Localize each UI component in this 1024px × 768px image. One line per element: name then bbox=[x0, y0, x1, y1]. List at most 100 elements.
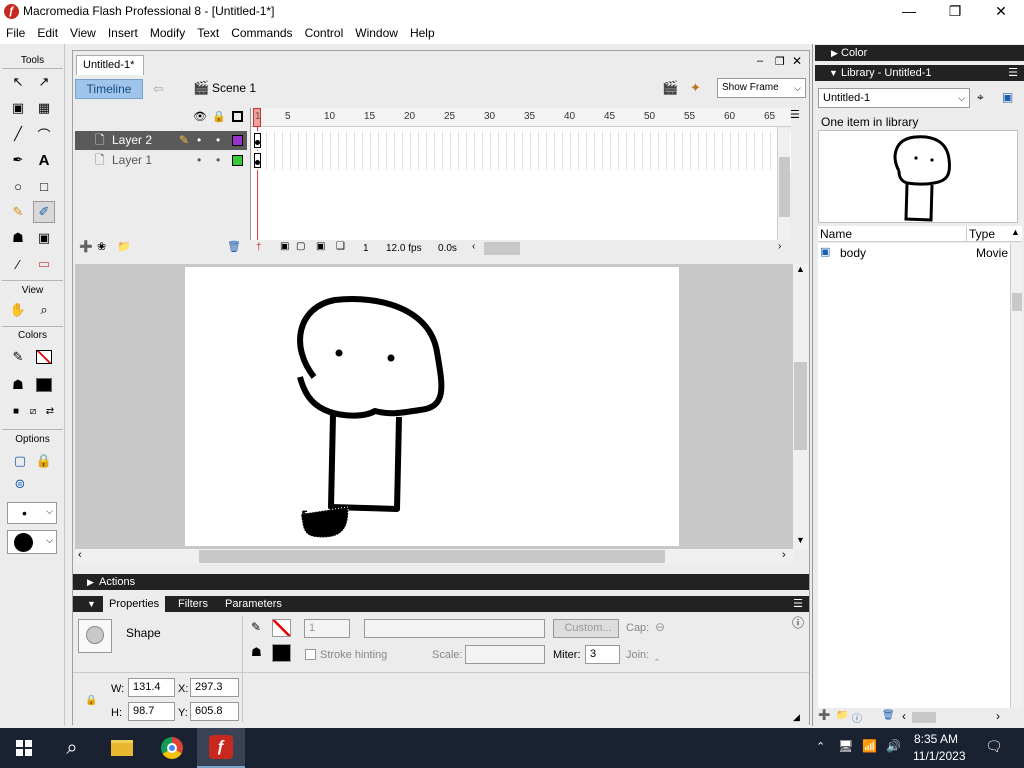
add-folder-icon[interactable]: 📁 bbox=[117, 240, 131, 253]
scale-select[interactable] bbox=[465, 645, 545, 664]
volume-icon[interactable]: 🔊 bbox=[886, 739, 901, 753]
panel-options-icon[interactable]: ☰ bbox=[1008, 65, 1018, 81]
network-status-icon[interactable]: 🖥 bbox=[838, 739, 853, 753]
chevron-up-icon[interactable]: ⌃ bbox=[816, 740, 825, 753]
stroke-color-icon[interactable]: ✎ bbox=[7, 346, 29, 368]
keyframe[interactable] bbox=[254, 133, 261, 148]
wifi-icon[interactable]: 📶 bbox=[862, 739, 877, 753]
collapse-arrow-icon[interactable]: ▼ bbox=[87, 596, 96, 612]
brush-shape-select[interactable]: ⌵ bbox=[7, 530, 57, 554]
arrow-tool-icon[interactable]: ↖ bbox=[7, 71, 29, 93]
list-item[interactable]: ▣ body Movie bbox=[818, 243, 1010, 261]
layer-row[interactable]: 🗋 Layer 1 • • bbox=[75, 151, 247, 170]
help-icon[interactable]: ⓘ bbox=[792, 614, 804, 631]
notifications-icon[interactable]: 🗨 bbox=[985, 738, 1003, 755]
library-panel-header[interactable]: ▼ Library - Untitled-1 ☰ bbox=[815, 65, 1024, 81]
stage-hscroll-thumb[interactable] bbox=[199, 550, 665, 563]
pencil-tool-icon[interactable]: ✎ bbox=[7, 201, 29, 223]
join-select-icon[interactable]: ‸ bbox=[655, 647, 659, 661]
add-layer-icon[interactable]: ➕ bbox=[79, 240, 93, 253]
sort-icon[interactable]: ▲ bbox=[1011, 227, 1020, 237]
height-field[interactable]: 98.7 bbox=[128, 702, 175, 721]
stage-vscroll-thumb[interactable] bbox=[794, 362, 807, 450]
text-tool-icon[interactable]: A bbox=[33, 149, 55, 171]
brush-size-select[interactable]: • ⌵ bbox=[7, 502, 57, 524]
stroke-color-swatch[interactable] bbox=[33, 346, 55, 368]
zoom-tool-icon[interactable]: ⌕ bbox=[33, 299, 55, 321]
x-field[interactable]: 297.3 bbox=[190, 678, 239, 697]
menu-file[interactable]: File bbox=[0, 24, 31, 42]
eye-icon[interactable]: 👁 bbox=[193, 110, 207, 123]
new-library-panel-icon[interactable]: ▣ bbox=[1002, 90, 1013, 104]
eyedropper-tool-icon[interactable]: ∕ bbox=[7, 253, 29, 275]
layer-row[interactable]: 🗋 Layer 2 ✎ • • bbox=[75, 131, 247, 150]
timeline-options-icon[interactable]: ☰ bbox=[790, 108, 800, 121]
fill-transform-tool-icon[interactable]: ▦ bbox=[33, 97, 55, 119]
color-panel-header[interactable]: ▶ Color bbox=[815, 45, 1024, 61]
doc-close-button[interactable]: ✕ bbox=[792, 54, 802, 68]
paint-bucket-tool-icon[interactable]: ▣ bbox=[33, 227, 55, 249]
start-button[interactable] bbox=[0, 728, 48, 768]
scroll-left-icon[interactable]: ‹ bbox=[78, 549, 82, 561]
clock-time[interactable]: 8:35 AM bbox=[914, 732, 958, 746]
flash-taskbar-icon[interactable]: ƒ bbox=[197, 728, 245, 768]
frames-pane[interactable]: 1 5 10 15 20 25 30 35 40 45 50 55 60 65 bbox=[250, 108, 791, 240]
fill-color-swatch[interactable] bbox=[272, 644, 291, 662]
back-arrow-icon[interactable]: ⇦ bbox=[153, 81, 164, 97]
edit-symbols-icon[interactable]: ✦ bbox=[690, 80, 701, 96]
lock-fill-icon[interactable]: 🔒 bbox=[33, 450, 55, 472]
file-explorer-icon[interactable] bbox=[98, 728, 146, 768]
menu-view[interactable]: View bbox=[64, 24, 102, 42]
clock-date[interactable]: 11/1/2023 bbox=[913, 749, 966, 763]
swap-colors-icon[interactable]: ⇄ bbox=[39, 400, 61, 422]
doc-minimize-button[interactable]: – bbox=[757, 55, 763, 67]
stage[interactable] bbox=[185, 267, 679, 546]
outline-icon[interactable] bbox=[232, 111, 243, 122]
zoom-select[interactable]: Show Frame ⌵ bbox=[717, 78, 806, 98]
scroll-down-icon[interactable]: ▼ bbox=[796, 535, 805, 545]
miter-field[interactable]: 3 bbox=[585, 645, 620, 664]
menu-edit[interactable]: Edit bbox=[31, 24, 64, 42]
search-icon[interactable]: ⌕ bbox=[48, 728, 96, 768]
keyframe[interactable] bbox=[254, 153, 261, 168]
playhead[interactable] bbox=[253, 108, 261, 127]
stroke-style-select[interactable] bbox=[364, 619, 545, 638]
object-drawing-icon[interactable]: ▢ bbox=[9, 450, 31, 472]
menu-text[interactable]: Text bbox=[191, 24, 225, 42]
modify-markers-icon[interactable]: ❑ bbox=[336, 241, 345, 252]
center-frame-icon[interactable]: † bbox=[256, 242, 262, 253]
menu-window[interactable]: Window bbox=[349, 24, 404, 42]
column-name[interactable]: Name bbox=[820, 227, 852, 241]
stroke-size-field[interactable]: 1 bbox=[304, 619, 350, 638]
ink-bottle-tool-icon[interactable]: ☗ bbox=[7, 227, 29, 249]
onion-skin-icon[interactable]: ▣ bbox=[280, 241, 289, 252]
menu-control[interactable]: Control bbox=[299, 24, 350, 42]
scroll-left-icon[interactable]: ‹ bbox=[902, 709, 906, 723]
chrome-icon[interactable] bbox=[148, 728, 196, 768]
minimize-button[interactable]: — bbox=[886, 0, 932, 24]
layer-2-frames[interactable] bbox=[251, 131, 791, 150]
subselection-tool-icon[interactable]: ↗ bbox=[33, 71, 55, 93]
fill-color-swatch[interactable] bbox=[33, 374, 55, 396]
actions-panel-header[interactable]: ▶ Actions bbox=[73, 574, 809, 590]
tab-filters[interactable]: Filters bbox=[172, 596, 214, 612]
library-vscroll[interactable] bbox=[1010, 243, 1022, 708]
scroll-right-icon[interactable]: › bbox=[996, 709, 1000, 723]
new-folder-icon[interactable]: 📁 bbox=[836, 710, 848, 721]
pin-library-icon[interactable]: ⌖ bbox=[977, 90, 984, 105]
stage-hscroll[interactable]: ‹ › bbox=[75, 549, 793, 564]
maximize-button[interactable]: ❐ bbox=[932, 0, 978, 24]
scroll-right-icon[interactable]: › bbox=[778, 241, 781, 252]
column-type[interactable]: Type bbox=[969, 227, 995, 241]
timeline-hscroll-thumb[interactable] bbox=[484, 242, 520, 255]
menu-modify[interactable]: Modify bbox=[144, 24, 191, 42]
edit-scene-icon[interactable]: 🎬 bbox=[662, 80, 678, 96]
width-field[interactable]: 131.4 bbox=[128, 678, 175, 697]
properties-icon[interactable]: ⓘ bbox=[852, 710, 862, 725]
timeline-vscroll[interactable] bbox=[777, 127, 790, 240]
close-button[interactable]: ✕ bbox=[978, 0, 1024, 24]
hand-tool-icon[interactable]: ✋ bbox=[7, 299, 29, 321]
free-transform-tool-icon[interactable]: ▣ bbox=[7, 97, 29, 119]
edit-multiple-frames-icon[interactable]: ▣ bbox=[316, 241, 325, 252]
doc-restore-button[interactable]: ❐ bbox=[775, 55, 785, 68]
